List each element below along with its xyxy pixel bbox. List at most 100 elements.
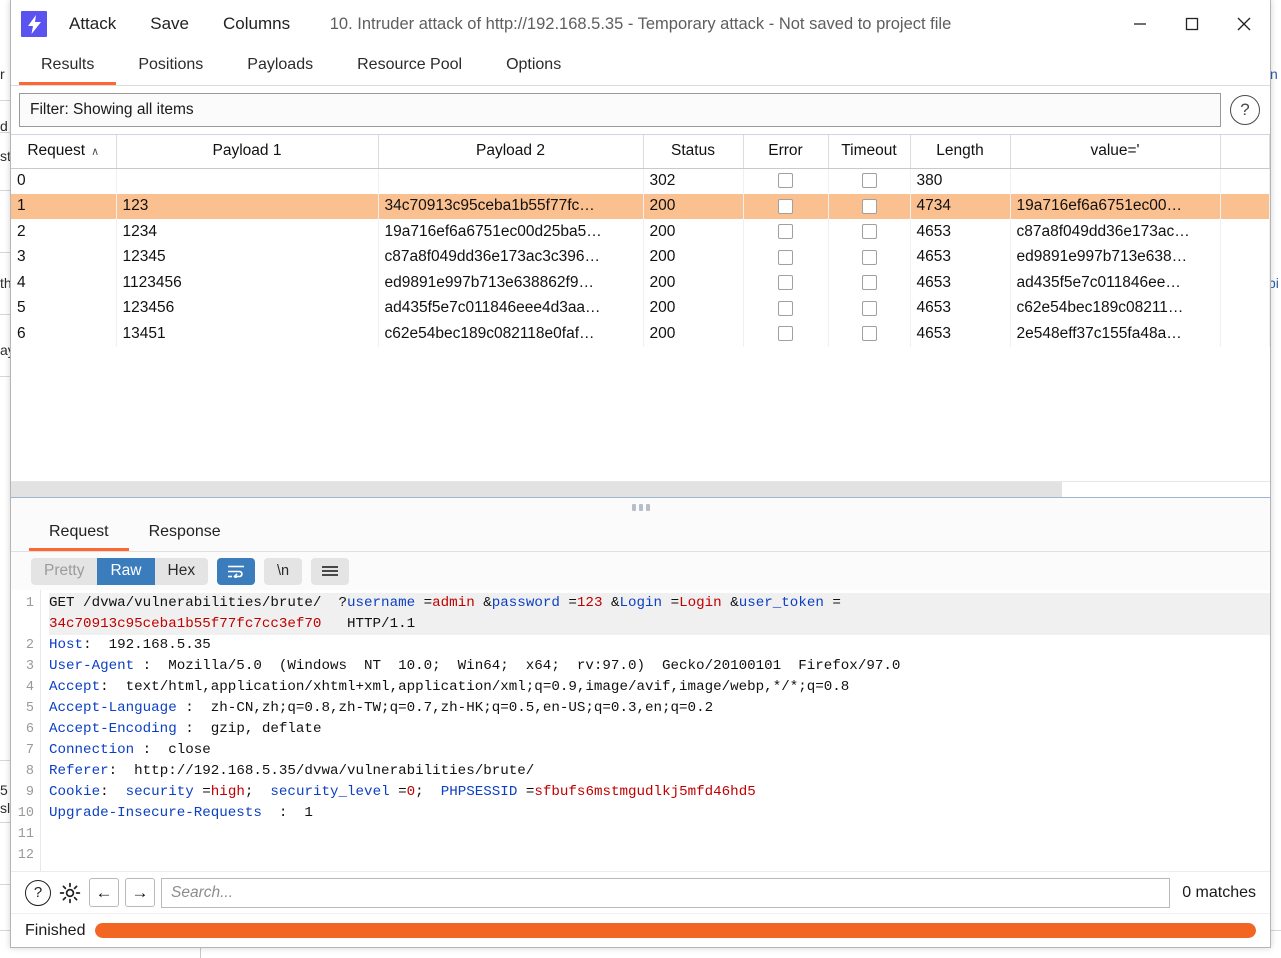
column-header-error[interactable]: Error — [743, 135, 829, 169]
request-token: : close — [134, 742, 211, 758]
results-header-row: Request ∧ Payload 1 Payload 2 Status Error Tim… — [11, 135, 1270, 169]
view-mode-group: Pretty Raw Hex — [31, 557, 209, 585]
column-header-label: value=' — [1090, 142, 1140, 160]
table-row[interactable]: 2 1234 19a716ef6a6751ec00d25ba5… 200 4653 c87… — [11, 219, 1270, 245]
cell-length: 4653 — [910, 295, 1011, 321]
request-token: : 1 — [261, 805, 313, 821]
cell-extra — [1220, 295, 1270, 321]
cell-timeout — [828, 244, 911, 270]
error-checkbox[interactable] — [778, 224, 793, 240]
request-line: 34c70913c95ceba1b55f77fc7cc3ef70 HTTP/1.… — [49, 614, 1270, 635]
search-match-count: 0 matches — [1182, 883, 1256, 901]
splitter-dot — [638, 504, 643, 511]
table-row[interactable]: 3 12345 c87a8f049dd36e173ac3c396… 200 4653 ed… — [11, 244, 1270, 270]
search-prev-button[interactable]: ← — [89, 878, 119, 907]
line-number: 9 — [25, 785, 34, 800]
hex-button[interactable]: Hex — [154, 557, 209, 585]
request-token: 0 — [406, 784, 416, 800]
results-scroll-area[interactable]: Request ∧ Payload 1 Payload 2 Status Error Tim… — [11, 135, 1270, 481]
message-tab-bar: Request Response — [11, 517, 1270, 552]
results-horizontal-scrollbar[interactable] — [11, 481, 1270, 497]
column-header-label: Payload 1 — [212, 142, 282, 160]
cell-payload-1 — [116, 168, 379, 194]
tab-resource-pool[interactable]: Resource Pool — [335, 50, 484, 85]
menu-save[interactable]: Save — [138, 10, 201, 38]
request-token: = — [415, 595, 433, 611]
cell-payload-1: 1123456 — [116, 270, 379, 296]
search-next-button[interactable]: → — [125, 878, 155, 907]
request-token: = — [559, 595, 577, 611]
newline-button[interactable]: \n — [264, 557, 303, 585]
request-raw-text[interactable]: GET /dvwa/vulnerabilities/brute/ ?userna… — [41, 590, 1270, 871]
message-tab-request[interactable]: Request — [29, 518, 129, 551]
table-row[interactable]: 0 302 380 — [11, 168, 1270, 194]
table-row[interactable]: 1 123 34c70913c95ceba1b55f77fc… 200 4734 19a7… — [11, 193, 1270, 219]
table-row[interactable]: 4 1123456 ed9891e997b713e638862f9… 200 4653 a… — [11, 270, 1270, 296]
tab-results[interactable]: Results — [19, 50, 117, 85]
column-header-label: Status — [671, 142, 715, 160]
message-tab-response[interactable]: Response — [129, 518, 241, 551]
filter-bar[interactable]: Filter: Showing all items — [19, 93, 1221, 127]
raw-button[interactable]: Raw — [97, 557, 155, 585]
timeout-checkbox[interactable] — [861, 275, 877, 291]
cell-payload-1: 13451 — [116, 321, 379, 347]
pretty-button[interactable]: Pretty — [31, 557, 98, 585]
timeout-checkbox[interactable] — [861, 224, 877, 240]
cell-timeout — [828, 193, 911, 219]
cell-request: 3 — [11, 244, 117, 270]
filter-row: Filter: Showing all items ? — [11, 86, 1270, 134]
table-row[interactable]: 6 13451 c62e54bec189c082118e0faf… 200 4653 2e… — [11, 321, 1270, 347]
panel-splitter[interactable] — [11, 497, 1270, 517]
menu-columns[interactable]: Columns — [211, 10, 302, 38]
title-bar: Attack Save Columns 10. Intruder attack of… — [11, 0, 1270, 48]
request-token: & — [602, 595, 620, 611]
search-input[interactable] — [161, 877, 1171, 908]
tab-positions[interactable]: Positions — [116, 50, 225, 85]
search-help-icon[interactable]: ? — [25, 879, 51, 906]
menu-attack[interactable]: Attack — [57, 10, 128, 38]
tab-options[interactable]: Options — [484, 50, 583, 85]
error-checkbox[interactable] — [778, 275, 793, 291]
error-checkbox[interactable] — [778, 173, 793, 189]
word-wrap-icon[interactable] — [217, 557, 256, 585]
column-header-payload-2[interactable]: Payload 2 — [378, 135, 644, 169]
request-line: Accept: text/html,application/xhtml+xml,… — [49, 677, 1270, 698]
line-number — [11, 614, 34, 635]
maximize-button[interactable] — [1166, 0, 1218, 48]
timeout-checkbox[interactable] — [861, 173, 877, 189]
column-header-payload-1[interactable]: Payload 1 — [116, 135, 379, 169]
request-line: Referer: http://192.168.5.35/dvwa/vulner… — [49, 761, 1270, 782]
request-editor[interactable]: 1 2 3 4 5 6 7 8 9 10 11 12 GET /dvwa/vulnerabilitie… — [11, 590, 1270, 871]
error-checkbox[interactable] — [778, 249, 793, 265]
tab-payloads[interactable]: Payloads — [225, 50, 335, 85]
filter-help-icon[interactable]: ? — [1230, 95, 1260, 125]
line-number: 8 — [25, 764, 34, 779]
splitter-dot — [645, 504, 650, 511]
column-header-extra[interactable] — [1220, 135, 1270, 169]
results-scrollbar-thumb[interactable] — [11, 482, 1063, 497]
close-button[interactable] — [1218, 0, 1270, 48]
cell-status: 200 — [643, 270, 744, 296]
timeout-checkbox[interactable] — [861, 249, 877, 265]
error-checkbox[interactable] — [778, 300, 793, 316]
timeout-checkbox[interactable] — [861, 198, 877, 214]
gear-icon[interactable] — [57, 880, 83, 906]
column-header-label: Error — [768, 142, 803, 160]
minimize-button[interactable] — [1114, 0, 1166, 48]
timeout-checkbox[interactable] — [861, 326, 877, 342]
column-header-value[interactable]: value=' — [1010, 135, 1221, 169]
results-table: Request ∧ Payload 1 Payload 2 Status Error Tim… — [11, 135, 1270, 347]
column-header-timeout[interactable]: Timeout — [828, 135, 911, 169]
error-checkbox[interactable] — [778, 198, 793, 214]
request-token: Accept — [49, 679, 101, 695]
timeout-checkbox[interactable] — [861, 300, 877, 316]
column-header-length[interactable]: Length — [910, 135, 1011, 169]
main-tab-bar: Results Positions Payloads Resource Pool Opt… — [11, 48, 1270, 86]
column-header-status[interactable]: Status — [643, 135, 744, 169]
table-row[interactable]: 5 123456 ad435f5e7c011846eee4d3aa… 200 4653 c… — [11, 295, 1270, 321]
hamburger-menu-icon[interactable] — [311, 557, 350, 585]
cell-length: 4653 — [910, 321, 1011, 347]
column-header-request[interactable]: Request ∧ — [11, 135, 117, 169]
error-checkbox[interactable] — [778, 326, 793, 342]
cell-payload-2: c87a8f049dd36e173ac3c396… — [378, 244, 644, 270]
